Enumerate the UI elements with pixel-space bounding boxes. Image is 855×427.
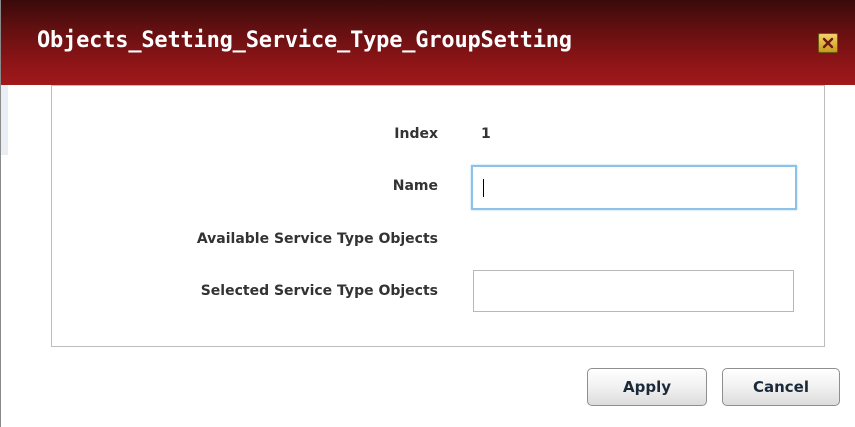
name-input[interactable] bbox=[471, 165, 797, 210]
close-button[interactable] bbox=[818, 33, 838, 53]
index-label: Index bbox=[394, 126, 438, 142]
apply-button[interactable]: Apply bbox=[587, 368, 707, 406]
index-value: 1 bbox=[481, 126, 491, 142]
selected-objects-label: Selected Service Type Objects bbox=[200, 283, 438, 299]
text-caret bbox=[483, 179, 484, 197]
form-panel: Index 1 Name Available Service Type Obje… bbox=[51, 85, 825, 347]
available-objects-label: Available Service Type Objects bbox=[196, 231, 438, 247]
group-setting-dialog: Objects_Setting_Service_Type_GroupSettin… bbox=[0, 0, 855, 427]
dialog-title: Objects_Setting_Service_Type_GroupSettin… bbox=[37, 28, 572, 53]
name-label: Name bbox=[392, 178, 438, 194]
close-icon bbox=[822, 37, 834, 49]
cancel-button[interactable]: Cancel bbox=[722, 368, 840, 406]
background-strip bbox=[1, 85, 8, 155]
selected-objects-field[interactable] bbox=[473, 270, 794, 312]
dialog-title-bar[interactable]: Objects_Setting_Service_Type_GroupSettin… bbox=[1, 0, 855, 85]
